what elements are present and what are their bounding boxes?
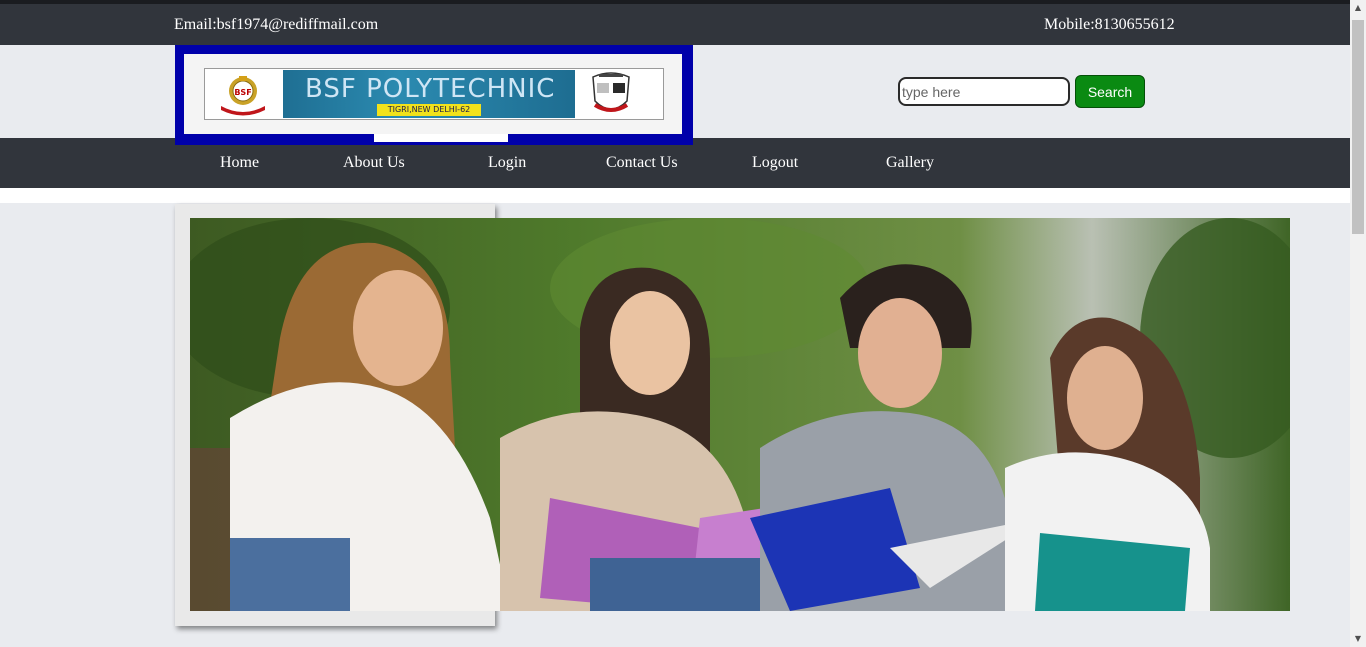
logo-underline	[374, 134, 508, 142]
scroll-down-icon[interactable]: ▼	[1350, 631, 1366, 647]
main-nav: Home About Us Login Contact Us Logout Ga…	[0, 138, 1350, 188]
nav-item-about-us[interactable]: About Us	[343, 154, 405, 172]
banner-photo-students	[190, 218, 1290, 611]
nav-item-logout[interactable]: Logout	[752, 154, 798, 172]
vertical-scrollbar[interactable]: ▲ ▼	[1350, 0, 1366, 647]
nav-item-gallery[interactable]: Gallery	[886, 154, 934, 172]
polytechnic-crest-icon	[592, 72, 630, 112]
scroll-thumb[interactable]	[1352, 20, 1364, 234]
contact-email: Email:bsf1974@rediffmail.com	[174, 16, 379, 33]
site-logo[interactable]: BSF BSF POLYTECHNIC TIGRI,NEW DELHI-62	[175, 45, 693, 145]
nav-item-login[interactable]: Login	[488, 154, 526, 172]
search-button[interactable]: Search	[1075, 75, 1145, 108]
logo-title: BSF POLYTECHNIC	[305, 74, 556, 104]
contact-mobile: Mobile:8130655612	[1044, 16, 1175, 33]
search-input[interactable]	[898, 77, 1070, 106]
nav-item-contact-us[interactable]: Contact Us	[606, 154, 678, 172]
emblem-text: BSF	[234, 88, 251, 97]
nav-divider	[0, 188, 1350, 203]
contact-bar: Email:bsf1974@rediffmail.com Mobile:8130…	[0, 4, 1350, 45]
page: Email:bsf1974@rediffmail.com Mobile:8130…	[0, 0, 1350, 647]
nav-item-home[interactable]: Home	[220, 154, 259, 172]
banner-image	[190, 218, 1290, 611]
logo-inner: BSF BSF POLYTECHNIC TIGRI,NEW DELHI-62	[184, 54, 682, 142]
header: BSF BSF POLYTECHNIC TIGRI,NEW DELHI-62 t…	[0, 45, 1350, 145]
logo-strip: BSF BSF POLYTECHNIC TIGRI,NEW DELHI-62	[204, 68, 664, 120]
bsf-emblem-icon: BSF	[221, 76, 265, 116]
scroll-up-icon[interactable]: ▲	[1350, 0, 1366, 16]
logo-band: BSF POLYTECHNIC TIGRI,NEW DELHI-62	[283, 70, 575, 118]
logo-subtitle: TIGRI,NEW DELHI-62	[377, 104, 481, 116]
